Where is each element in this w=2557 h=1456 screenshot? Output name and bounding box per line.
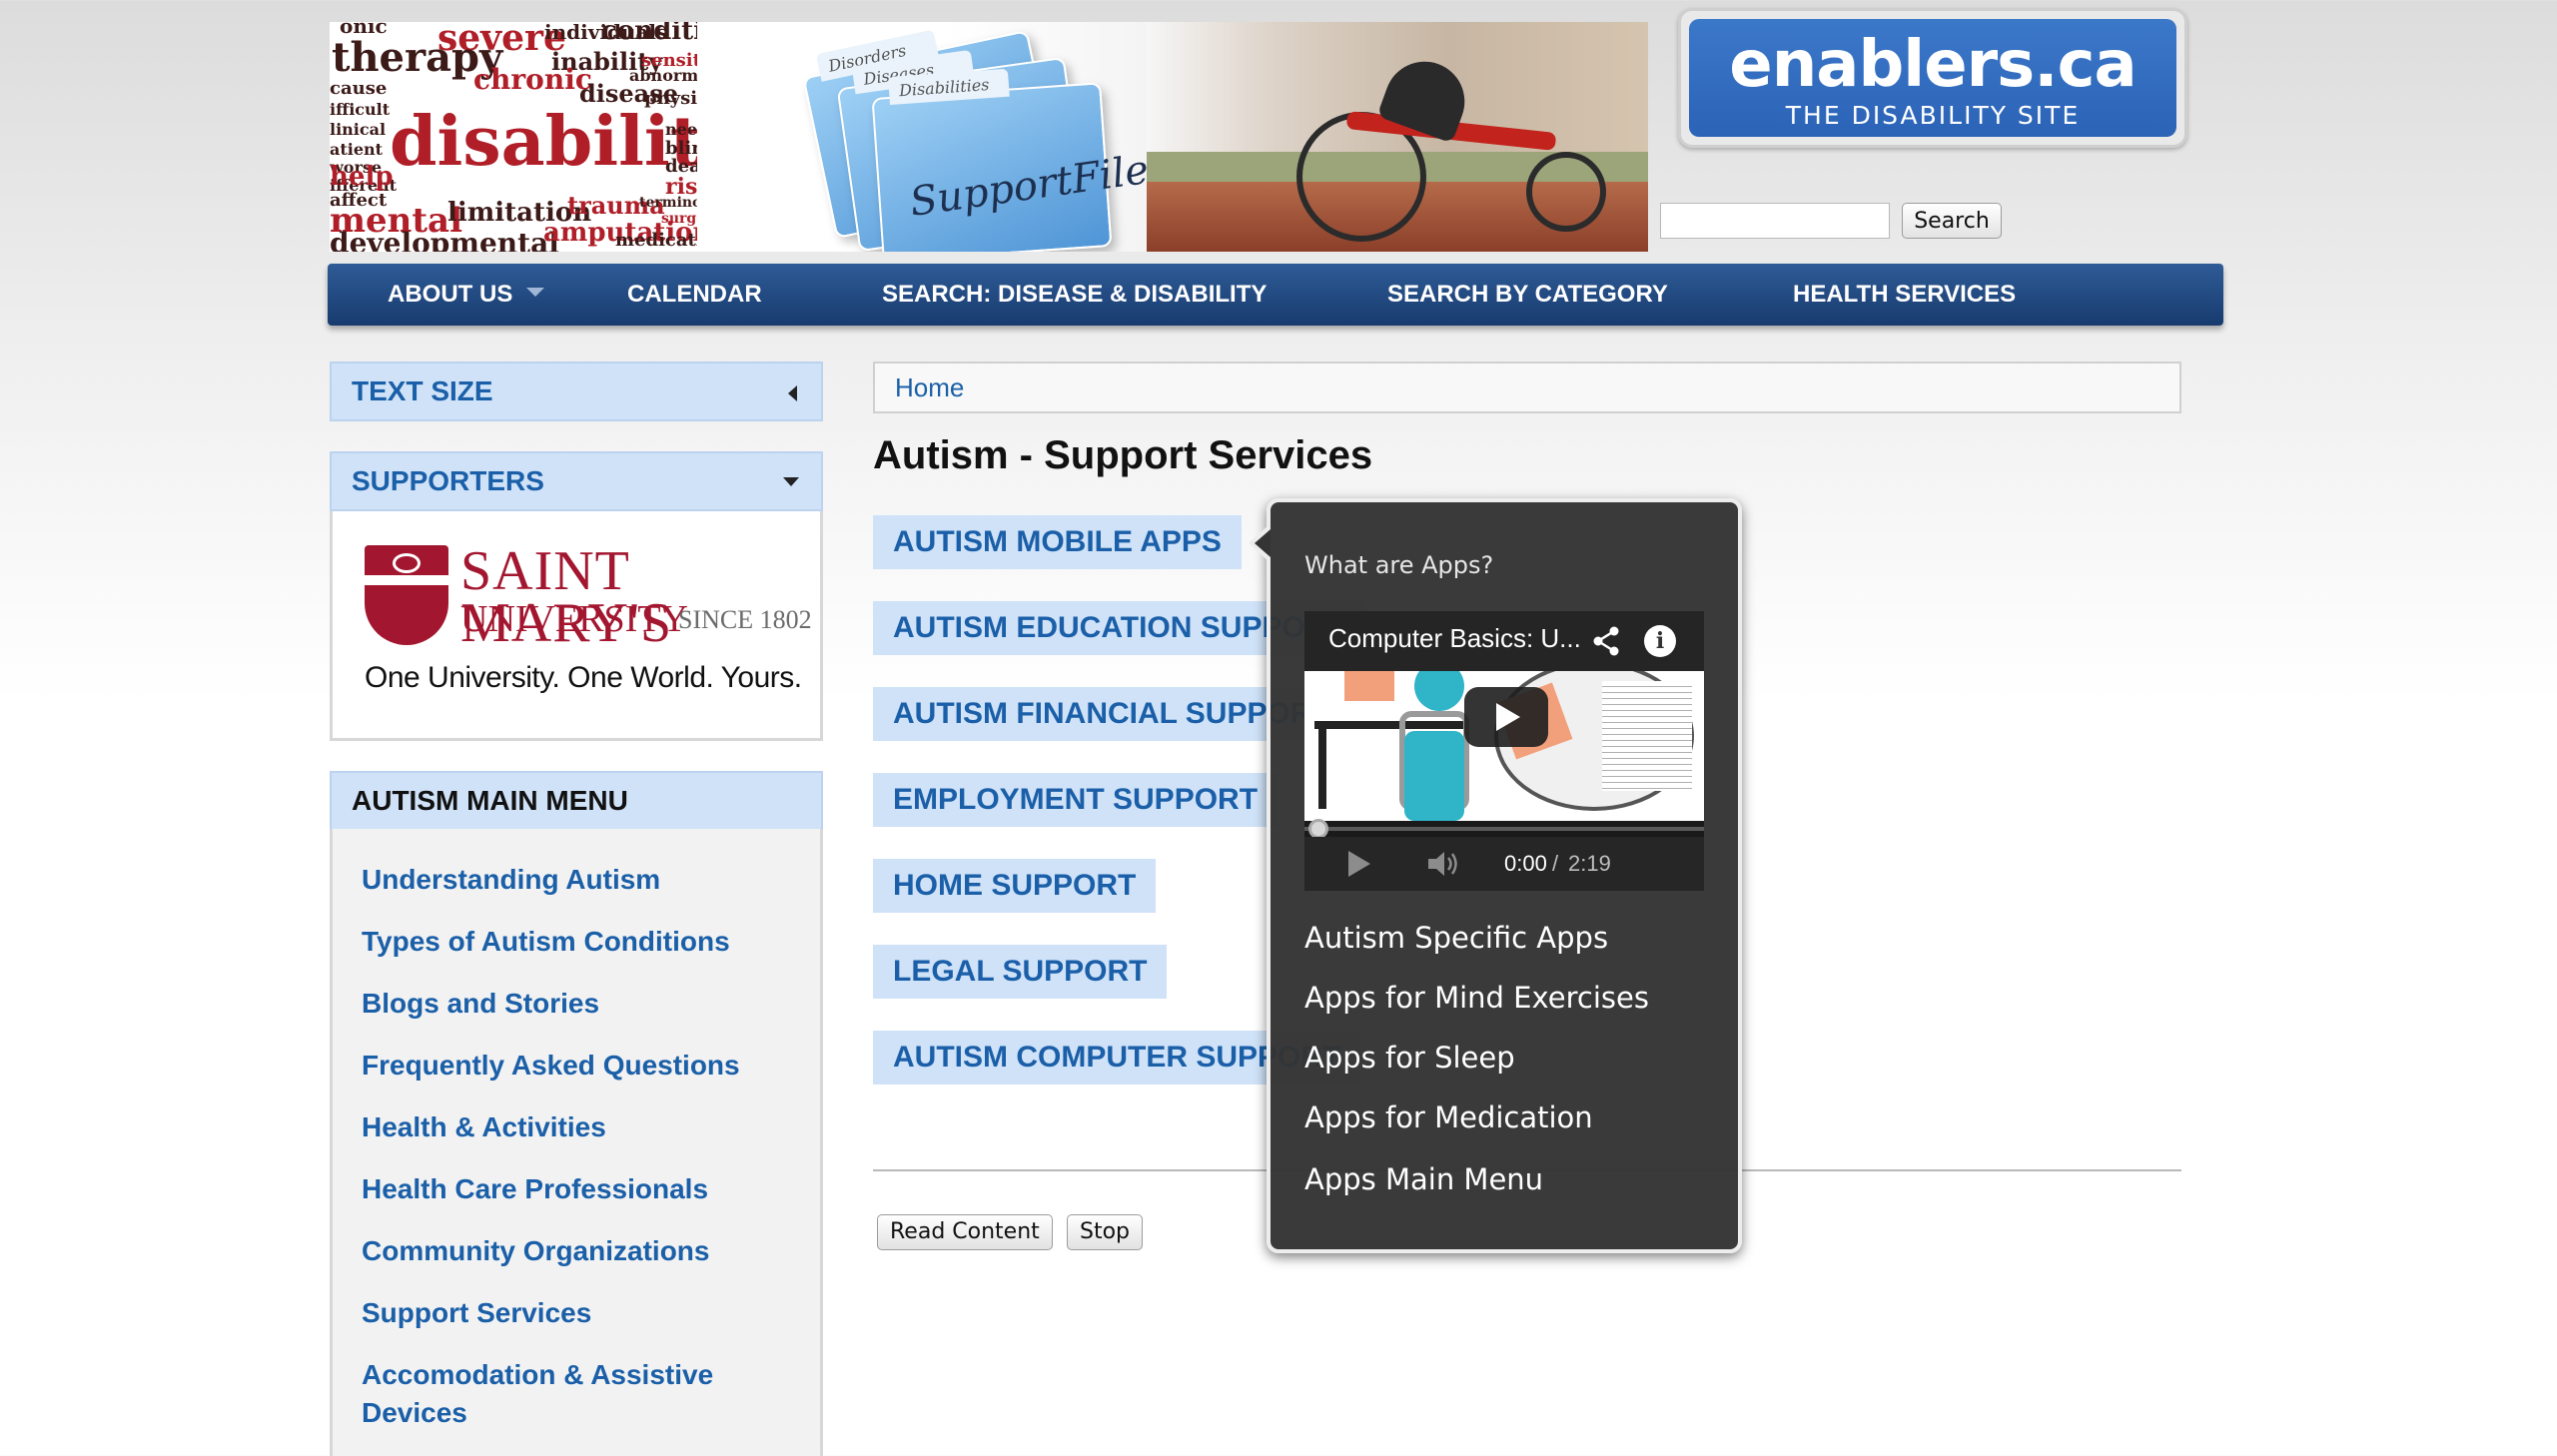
banner-word: linical (330, 120, 387, 139)
banner-word: ifficult (330, 100, 391, 119)
banner-word: chronic (473, 63, 592, 96)
chevron-left-icon (788, 385, 797, 401)
menu-link-types-of-autism[interactable]: Types of Autism Conditions (362, 923, 781, 961)
disability-word-cloud: onic severe individuals conditions thera… (330, 22, 697, 252)
logo-badge: enablers.ca THE DISABILITY SITE (1689, 19, 2176, 137)
video-title[interactable]: Computer Basics: U... (1328, 623, 1581, 654)
nav-item-about-us[interactable]: ABOUT US (388, 264, 545, 326)
nav-item-label: ABOUT US (388, 281, 513, 308)
banner-word: conditions (601, 22, 697, 46)
category-home-support[interactable]: HOME SUPPORT (873, 859, 1157, 913)
header-banner: onic severe individuals conditions thera… (330, 22, 1648, 252)
nav-item-calendar[interactable]: CALENDAR (627, 264, 762, 326)
crest-band (365, 575, 448, 585)
autism-main-menu-heading: AUTISM MAIN MENU (330, 771, 823, 831)
supporter-logo-saint-marys[interactable]: SAINT MARY'S UNIVERSITY SINCE 1802 One U… (330, 511, 823, 741)
search-button[interactable]: Search (1902, 203, 2002, 239)
chevron-down-icon (783, 477, 799, 486)
banner-word: cause (330, 78, 388, 99)
text-size-toggle[interactable]: TEXT SIZE (330, 362, 823, 421)
popup-link-autism-specific-apps[interactable]: Autism Specific Apps (1304, 921, 1608, 955)
info-icon[interactable]: i (1644, 625, 1676, 657)
thumbnail-person-head (1414, 671, 1464, 711)
thumbnail-desk-leg (1318, 729, 1326, 809)
read-content-button[interactable]: Read Content (877, 1214, 1053, 1250)
menu-heading-label: AUTISM MAIN MENU (352, 785, 628, 816)
supporter-tagline: One University. One World. Yours. (365, 661, 802, 694)
banner-word: atient (330, 140, 384, 159)
category-autism-mobile-apps[interactable]: AUTISM MOBILE APPS (873, 515, 1242, 569)
menu-link-health-care-professionals[interactable]: Health Care Professionals (362, 1170, 781, 1208)
logo-title: enablers.ca (1729, 28, 2136, 102)
volume-icon[interactable] (1426, 849, 1460, 879)
thumbnail-document (1602, 681, 1692, 791)
video-duration: 2:19 (1568, 851, 1611, 876)
video-control-bar: 0:00 / 2:19 (1304, 837, 1704, 891)
breadcrumb: Home (873, 362, 2181, 413)
banner-word: medication (615, 230, 697, 251)
main-nav-bar: ABOUT US CALENDAR SEARCH: DISEASE & DISA… (328, 264, 2223, 326)
menu-link-accommodation-devices[interactable]: Accomodation & Assistive Devices (362, 1356, 781, 1432)
category-employment-support[interactable]: EMPLOYMENT SUPPORT (873, 773, 1278, 827)
play-overlay-icon[interactable] (1464, 687, 1548, 747)
banner-word: disability (390, 102, 697, 182)
popup-link-apps-for-medication[interactable]: Apps for Medication (1304, 1100, 1593, 1134)
supporters-label: SUPPORTERS (352, 465, 544, 496)
popup-pointer-fill (1255, 529, 1271, 557)
breadcrumb-home-link[interactable]: Home (895, 372, 964, 402)
banner-word: help (330, 162, 394, 192)
banner-word: developmental (330, 227, 559, 253)
thumbnail-person-body (1404, 731, 1464, 821)
popup-link-apps-for-sleep[interactable]: Apps for Sleep (1304, 1041, 1515, 1075)
page-title: Autism - Support Services (873, 433, 1373, 477)
video-current-time: 0:00 (1504, 851, 1547, 876)
popup-link-mind-exercises[interactable]: Apps for Mind Exercises (1304, 981, 1649, 1015)
site-logo[interactable]: enablers.ca THE DISABILITY SITE (1678, 8, 2187, 148)
logo-subtitle: THE DISABILITY SITE (1785, 101, 2081, 130)
menu-link-health-activities[interactable]: Health & Activities (362, 1108, 781, 1146)
banner-word: needs (665, 120, 697, 139)
video-progress-bar[interactable] (1304, 827, 1704, 831)
banner-word: terminology (639, 195, 697, 211)
thumbnail-shape (1344, 671, 1394, 701)
stop-button[interactable]: Stop (1067, 1214, 1144, 1250)
university-crest-icon (365, 545, 448, 645)
menu-link-blogs-stories[interactable]: Blogs and Stories (362, 985, 781, 1023)
nav-item-search-disease[interactable]: SEARCH: DISEASE & DISABILITY (882, 264, 1267, 326)
category-legal-support[interactable]: LEGAL SUPPORT (873, 945, 1168, 999)
video-time-separator: / (1552, 851, 1559, 876)
popup-heading: What are Apps? (1304, 551, 1494, 579)
nav-item-health-services[interactable]: HEALTH SERVICES (1793, 264, 2016, 326)
nav-item-search-category[interactable]: SEARCH BY CATEGORY (1387, 264, 1668, 326)
video-progress-handle[interactable] (1308, 819, 1328, 839)
supporter-university: UNIVERSITY (460, 598, 688, 640)
wheelchair-racer-photo (1147, 22, 1648, 252)
crest-emblem (393, 553, 421, 573)
banner-word: abnormality (629, 66, 697, 85)
menu-link-support-services[interactable]: Support Services (362, 1294, 781, 1332)
supporter-since: SINCE 1802 (678, 605, 812, 634)
menu-link-faq[interactable]: Frequently Asked Questions (362, 1047, 781, 1085)
supporters-toggle[interactable]: SUPPORTERS (330, 451, 823, 511)
text-size-label: TEXT SIZE (352, 375, 493, 406)
search-input[interactable] (1660, 203, 1890, 239)
menu-link-understanding-autism[interactable]: Understanding Autism (362, 861, 781, 899)
share-icon[interactable] (1590, 625, 1622, 657)
menu-link-community-organizations[interactable]: Community Organizations (362, 1232, 781, 1270)
popup-link-apps-main-menu[interactable]: Apps Main Menu (1304, 1162, 1543, 1196)
play-icon[interactable] (1348, 851, 1370, 877)
racing-wheel-icon (1526, 152, 1606, 232)
embedded-video-player[interactable]: Computer Basics: U... i 0:00 / 2:19 (1304, 611, 1704, 891)
video-title-bar: Computer Basics: U... i (1304, 611, 1704, 671)
chevron-down-icon (526, 288, 545, 298)
